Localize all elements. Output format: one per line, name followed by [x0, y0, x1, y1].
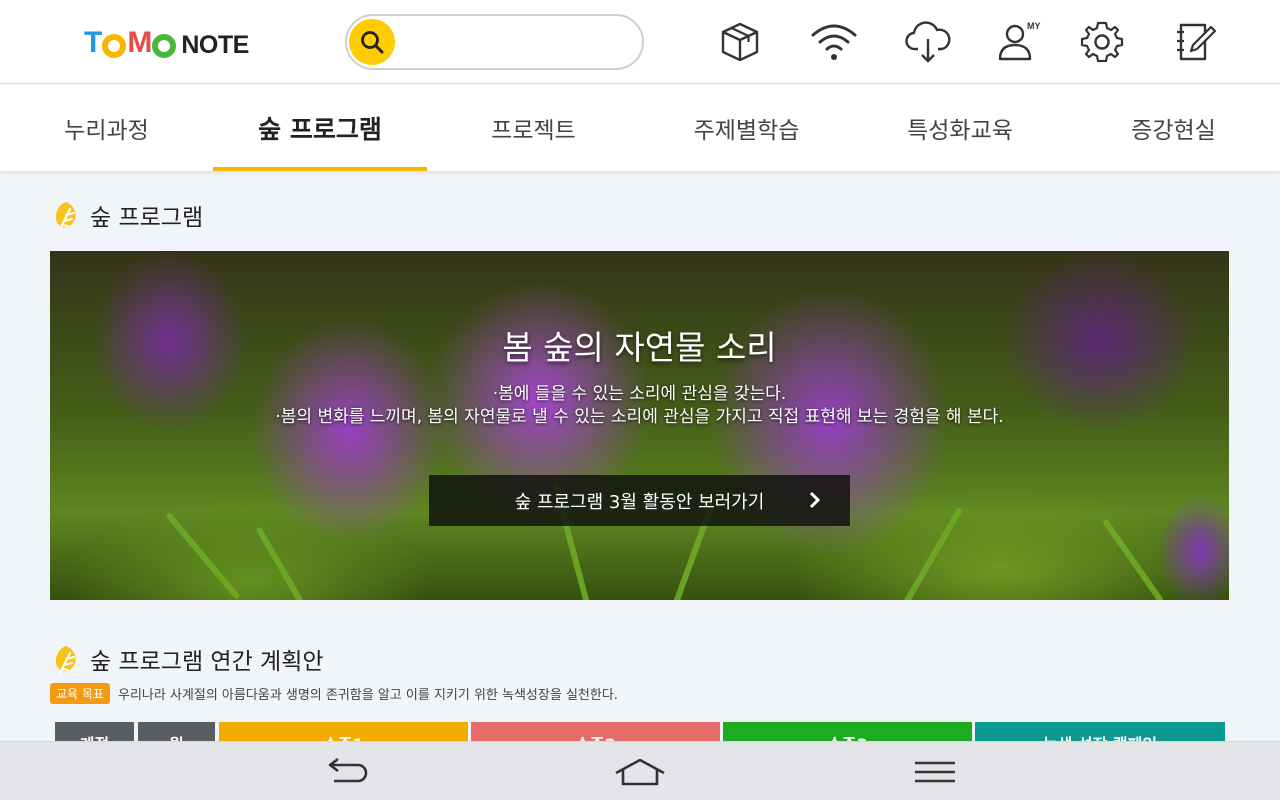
- home-icon: [615, 758, 665, 786]
- search-box: [345, 14, 644, 70]
- cta-label: 숲 프로그램 3월 활동안 보러가기: [514, 491, 765, 513]
- section-title: 숲 프로그램: [90, 205, 204, 231]
- tab-theme-learning[interactable]: 주제별학습: [640, 85, 853, 171]
- main-nav: 누리과정 숲 프로그램 프로젝트 주제별학습 특성화교육 증강현실: [0, 85, 1280, 171]
- menu-button[interactable]: [905, 752, 965, 792]
- home-button[interactable]: [610, 752, 670, 792]
- leaf-icon: [55, 202, 76, 230]
- education-goal: 교육 목표 우리나라 사계절의 아름다움과 생명의 존귀함을 알고 이를 지키기…: [50, 683, 618, 704]
- banner-line-2: ·봄의 변화를 느끼며, 봄의 자연물로 낼 수 있는 소리에 관심을 가지고 …: [275, 407, 1004, 427]
- logo-letter-o1: [102, 34, 127, 58]
- my-profile-button[interactable]: MY: [992, 16, 1044, 68]
- search-input[interactable]: [403, 22, 628, 62]
- logo-letter-m: M: [127, 26, 152, 59]
- wifi-button[interactable]: [808, 16, 860, 68]
- section-title: 숲 프로그램 연간 계획안: [90, 649, 324, 675]
- note-edit-icon: [1177, 23, 1217, 61]
- gear-icon: [1080, 21, 1124, 63]
- tab-augmented-reality[interactable]: 증강현실: [1067, 85, 1280, 171]
- goal-text: 우리나라 사계절의 아름다움과 생명의 존귀함을 알고 이를 지키기 위한 녹색…: [117, 688, 618, 703]
- section-annual-plan-heading: 숲 프로그램 연간 계획안: [52, 642, 324, 676]
- tab-nuri[interactable]: 누리과정: [0, 85, 213, 171]
- package-icon: [721, 22, 759, 62]
- cloud-download-button[interactable]: [902, 16, 954, 68]
- forest-program-banner[interactable]: 봄 숲의 자연물 소리 ·봄에 들을 수 있는 소리에 관심을 갖는다. ·봄의…: [50, 251, 1229, 600]
- wifi-icon: [811, 24, 857, 60]
- search-button[interactable]: [349, 19, 395, 65]
- back-button[interactable]: [315, 752, 375, 792]
- note-edit-button[interactable]: [1170, 16, 1222, 68]
- logo-note: NOTE: [181, 30, 249, 59]
- tab-forest-program[interactable]: 숲 프로그램: [213, 85, 427, 171]
- tab-special-education[interactable]: 특성화교육: [853, 85, 1067, 171]
- section-forest-program-heading: 숲 프로그램: [52, 198, 203, 232]
- top-bar: T M NOTE MY: [0, 0, 1280, 84]
- chevron-right-icon: [809, 491, 821, 509]
- banner-line-1: ·봄에 들을 수 있는 소리에 관심을 갖는다.: [492, 384, 787, 404]
- logo-letter-o2: [152, 34, 177, 58]
- leaf-icon: [55, 646, 76, 674]
- menu-icon: [915, 761, 955, 783]
- system-nav-bar: [0, 741, 1280, 800]
- settings-button[interactable]: [1076, 16, 1128, 68]
- my-profile-icon: MY: [998, 21, 1041, 61]
- svg-text:MY: MY: [1027, 21, 1041, 31]
- logo-letter-t: T: [84, 26, 102, 59]
- goal-badge: 교육 목표: [50, 683, 110, 704]
- cloud-download-icon: [905, 21, 951, 63]
- view-march-activities-button[interactable]: 숲 프로그램 3월 활동안 보러가기: [429, 475, 850, 526]
- banner-title: 봄 숲의 자연물 소리: [502, 328, 777, 367]
- back-icon: [328, 757, 368, 783]
- tab-project[interactable]: 프로젝트: [427, 85, 640, 171]
- package-button[interactable]: [714, 16, 766, 68]
- search-icon: [361, 31, 384, 54]
- tomonote-logo[interactable]: T M NOTE: [84, 26, 249, 60]
